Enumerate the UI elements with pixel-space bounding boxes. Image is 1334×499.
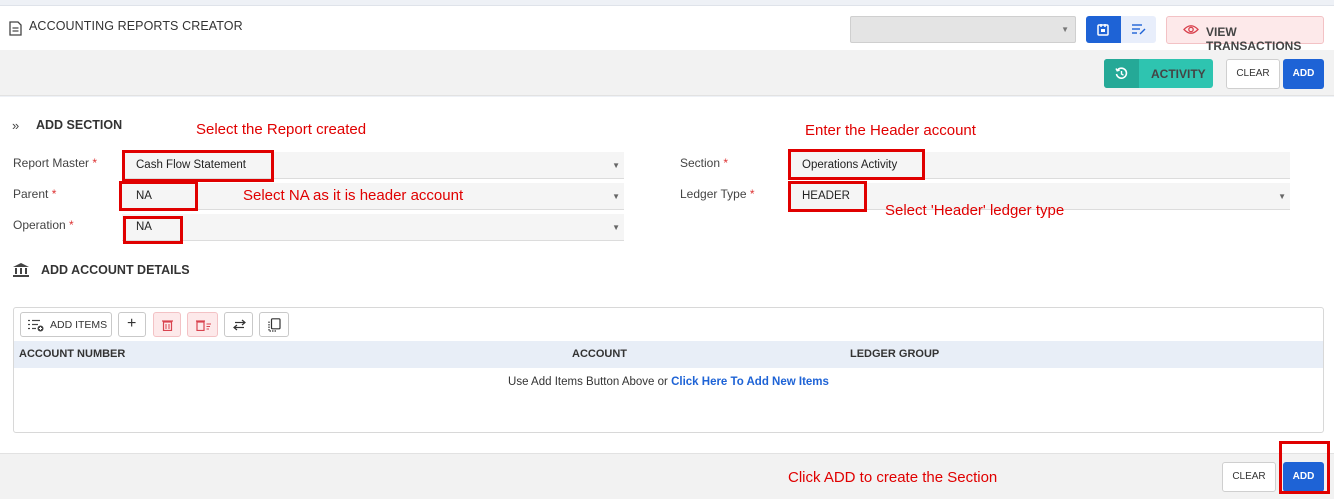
ledger-type-label-text: Ledger Type [680,187,747,201]
activity-icon-box [1104,59,1139,88]
section-label-text: Section [680,156,721,170]
clear-button[interactable]: CLEAR [1226,59,1280,89]
add-button[interactable]: ADD [1283,59,1324,89]
eye-icon [1183,25,1199,34]
required-marker: * [92,156,98,170]
highlight-add-button [1279,441,1330,494]
operation-label-text: Operation [13,218,66,232]
view-transactions-label: VIEW TRANSACTIONS [1206,25,1302,53]
annotation-parent-na: Select NA as it is header account [243,187,464,204]
report-view-button[interactable] [1086,16,1121,43]
annotation-click-add: Click ADD to create the Section [788,469,998,486]
empty-table-text: Use Add Items Button Above or [508,376,668,388]
annotation-select-report: Select the Report created [196,121,367,138]
main-panel: » ADD SECTION Select the Report created … [0,97,1334,453]
trash-list-icon [196,320,211,331]
add-new-items-link[interactable]: Click Here To Add New Items [671,376,829,388]
chevron-down-icon: ▼ [1061,25,1069,34]
add-items-icon [28,319,44,332]
activity-button[interactable]: ACTIVITY [1104,59,1213,88]
swap-arrows-icon [233,319,246,331]
required-marker: * [69,218,74,232]
column-header: LEDGER GROUP [850,348,940,360]
highlight-operation [123,216,183,244]
delete-all-button[interactable] [187,312,218,337]
column-header: ACCOUNT NUMBER [19,348,126,360]
footer-bar: Click ADD to create the Section CLEAR AD… [0,441,1334,499]
history-icon [1115,67,1128,79]
add-account-details-title: ADD ACCOUNT DETAILS [41,263,190,277]
bank-icon [13,263,29,277]
parent-label: Parent * [13,187,56,201]
empty-table-message: Use Add Items Button Above or Click Here… [14,368,1323,396]
add-row-button[interactable]: + [118,312,146,337]
copy-icon [268,318,281,332]
copy-button[interactable] [259,312,289,337]
required-marker: * [51,187,57,201]
highlight-report-master [122,150,274,182]
add-items-label: ADD ITEMS [50,319,108,331]
report-icon [1097,24,1109,36]
required-marker: * [749,187,755,201]
chevron-down-icon: ▼ [612,192,620,201]
app-header: ACCOUNTING REPORTS CREATOR ▼ VIEW TRANSA… [0,5,1334,53]
report-master-label: Report Master * [13,156,97,170]
section-label: Section * [680,156,728,170]
ledger-type-label: Ledger Type * [680,187,755,201]
annotation-ledger-header: Select 'Header' ledger type [885,202,1065,219]
highlight-ledger-type [788,181,867,212]
required-marker: * [723,156,729,170]
annotation-header-account: Enter the Header account [805,122,976,139]
operation-label: Operation * [13,218,74,232]
parent-label-text: Parent [13,187,49,201]
operation-select[interactable]: NA ▼ [122,214,624,241]
list-view-button[interactable] [1121,16,1156,43]
chevron-down-icon: ▼ [612,161,620,170]
report-select[interactable]: ▼ [850,16,1076,43]
double-chevron-right-icon: » [12,118,20,133]
chevron-down-icon: ▼ [1278,192,1286,201]
view-transactions-button[interactable]: VIEW TRANSACTIONS [1166,16,1324,53]
swap-button[interactable] [224,312,253,337]
activity-label: ACTIVITY [1151,67,1206,81]
add-items-button[interactable]: ADD ITEMS [20,312,112,337]
clear-button[interactable]: CLEAR [1222,462,1276,492]
chevron-down-icon: ▼ [612,223,620,232]
table-header: ACCOUNT NUMBER ACCOUNT LEDGER GROUP [14,341,1323,368]
report-master-label-text: Report Master [13,156,90,170]
column-header: ACCOUNT [572,348,627,360]
page-title: ACCOUNTING REPORTS CREATOR [29,19,243,33]
add-section-title: ADD SECTION [36,118,123,132]
plus-icon: + [127,315,137,332]
document-icon [9,21,22,36]
trash-icon [162,320,173,331]
list-edit-icon [1132,24,1146,35]
highlight-section [788,149,925,180]
highlight-parent [119,181,198,211]
action-toolbar: ACTIVITY CLEAR ADD [0,50,1334,96]
delete-row-button[interactable] [153,312,181,337]
account-details-table: ADD ITEMS + ACCOUNT NUMBER ACCOUNT LEDGE… [13,307,1324,433]
